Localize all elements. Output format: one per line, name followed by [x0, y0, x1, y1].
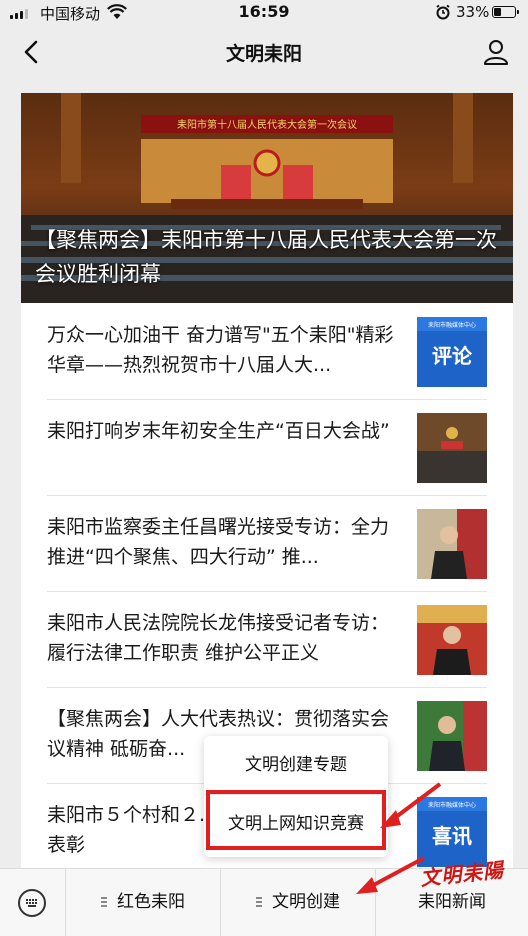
keyboard-icon: [18, 889, 46, 917]
battery-percent: 33%: [456, 3, 490, 21]
article-title: 万众一心加油干 奋力谱写"五个耒阳"精彩华章——热烈祝贺市十八届人大...: [47, 324, 394, 376]
status-bar: 中国移动 16:59 33%: [0, 0, 528, 26]
list-item[interactable]: 耒阳市监察委主任昌曙光接受专访：全力推进“四个聚焦、四大行动” 推...: [21, 495, 513, 591]
article-title: 耒阳市监察委主任昌曙光接受专访：全力推进“四个聚焦、四大行动” 推...: [47, 516, 390, 568]
submenu-item-internet-quiz[interactable]: 文明上网知识竞赛: [204, 794, 388, 852]
page-title: 文明耒阳: [225, 43, 302, 65]
article-thumbnail: [417, 701, 487, 771]
submenu-item-civilization-topic[interactable]: 文明创建专题: [204, 736, 388, 794]
article-thumbnail: [417, 605, 487, 675]
hero-banner-text: 耒阳市第十八届人民代表大会第一次会议: [177, 118, 357, 131]
hero-banner[interactable]: 耒阳市第十八届人民代表大会第一次会议 【聚焦两会】耒阳市第十八届人民代表大会第一…: [21, 93, 513, 303]
article-title: 耒阳市人民法院院长龙伟接受记者专访：履行法律工作职责 维护公平正义: [47, 612, 390, 664]
menu-item-civilization[interactable]: 文明创建: [221, 869, 376, 936]
battery-icon: [492, 6, 519, 18]
keyboard-toggle[interactable]: [0, 869, 66, 936]
alarm-icon: [436, 4, 450, 20]
hero-caption: 【聚焦两会】耒阳市第十八届人民代表大会第一次会议胜利闭幕: [35, 228, 497, 286]
menu-list-icon: [101, 897, 107, 907]
list-item[interactable]: 耒阳市人民法院院长龙伟接受记者专访：履行法律工作职责 维护公平正义: [21, 591, 513, 687]
article-title: 耒阳打响岁末年初安全生产“百日大会战”: [47, 420, 390, 442]
list-item[interactable]: 万众一心加油干 奋力谱写"五个耒阳"精彩华章——热烈祝贺市十八届人大... 耒阳…: [21, 303, 513, 399]
article-thumbnail: [417, 509, 487, 579]
list-item[interactable]: 耒阳打响岁末年初安全生产“百日大会战”: [21, 399, 513, 495]
svg-text:评论: 评论: [432, 344, 473, 368]
article-thumbnail: 耒阳市融媒体中心 评论: [417, 317, 487, 387]
svg-text:喜讯: 喜讯: [432, 824, 472, 848]
menu-item-red-leiyang[interactable]: 红色耒阳: [66, 869, 221, 936]
menu-list-icon: [256, 897, 262, 907]
user-profile-icon[interactable]: [482, 38, 510, 66]
svg-text:耒阳市融媒体中心: 耒阳市融媒体中心: [428, 321, 476, 329]
article-thumbnail: [417, 413, 487, 483]
svg-text:耒阳市融媒体中心: 耒阳市融媒体中心: [428, 801, 476, 809]
nav-bar: 文明耒阳: [0, 26, 528, 80]
submenu-popup: 文明创建专题 文明上网知识竞赛: [204, 736, 388, 857]
